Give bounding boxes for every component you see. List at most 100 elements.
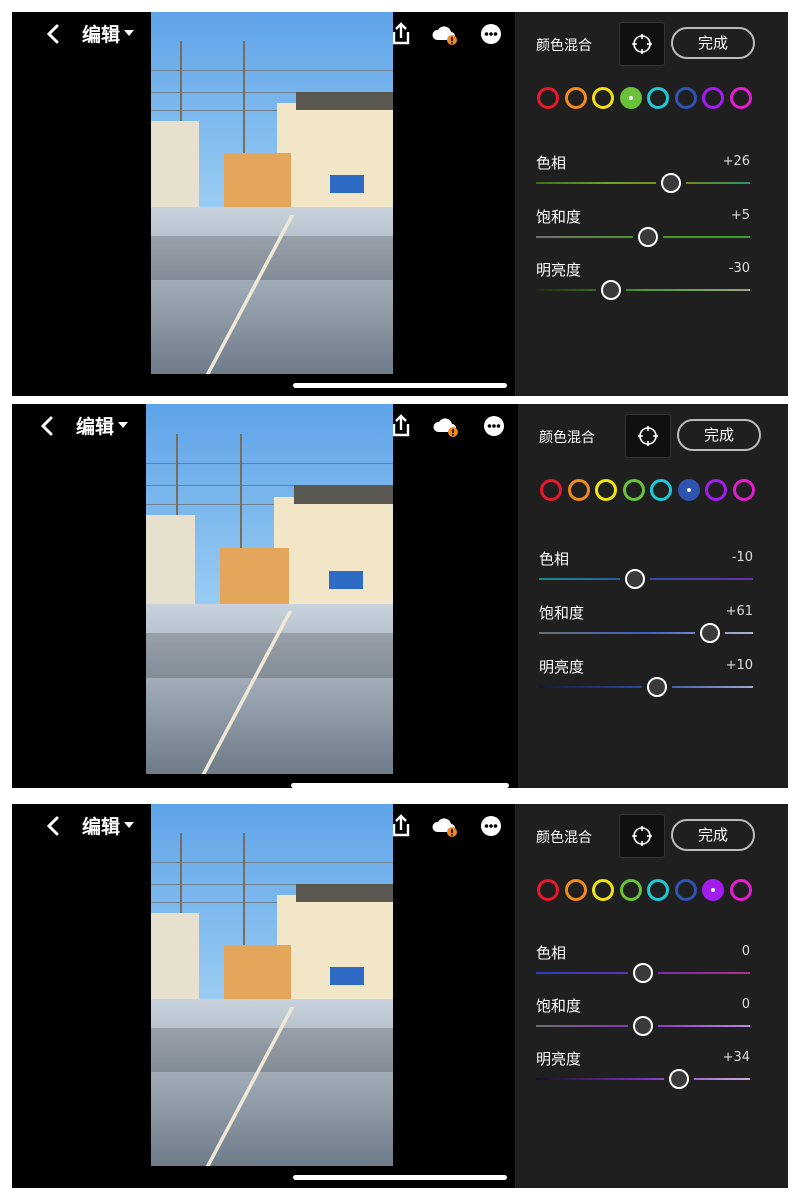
back-icon[interactable] xyxy=(36,414,60,438)
luminance-thumb[interactable] xyxy=(646,677,667,697)
target-adjust-icon xyxy=(632,34,652,54)
hue-slider[interactable]: 色相 -10 xyxy=(539,548,753,590)
cloud-warning-icon[interactable] xyxy=(433,413,459,439)
home-indicator xyxy=(291,783,509,788)
color-swatch-aqua[interactable] xyxy=(647,879,669,901)
color-mix-panel: 颜色混合 完成 色相 0 饱和度 0 明亮度 +34 xyxy=(515,804,788,1188)
hue-thumb[interactable] xyxy=(625,569,646,589)
color-swatch-green[interactable] xyxy=(619,879,642,901)
done-button[interactable]: 完成 xyxy=(671,819,755,851)
saturation-thumb[interactable] xyxy=(633,1016,653,1036)
luminance-value: -30 xyxy=(728,261,750,276)
luminance-track[interactable] xyxy=(536,289,750,291)
edit-title[interactable]: 编辑 xyxy=(76,412,114,439)
color-swatch-orange[interactable] xyxy=(564,87,587,109)
dropdown-arrow-icon[interactable] xyxy=(124,822,134,828)
hue-thumb[interactable] xyxy=(633,963,653,983)
luminance-thumb[interactable] xyxy=(600,280,621,300)
saturation-slider[interactable]: 饱和度 +5 xyxy=(536,206,750,248)
hue-value: +26 xyxy=(722,154,750,169)
color-swatch-purple[interactable] xyxy=(705,479,727,501)
luminance-track[interactable] xyxy=(536,1078,750,1080)
color-mix-title: 颜色混合 xyxy=(536,38,592,54)
dropdown-arrow-icon[interactable] xyxy=(118,422,128,428)
screen-1: 编辑 ? 颜色混合 完成 色相 +26 饱和度 +5 xyxy=(12,12,788,396)
saturation-value: 0 xyxy=(741,997,750,1012)
color-swatch-green[interactable] xyxy=(619,87,642,109)
hue-label: 色相 xyxy=(539,550,570,568)
target-adjust-button[interactable] xyxy=(619,814,665,858)
color-swatch-blue[interactable] xyxy=(677,479,700,501)
color-swatch-blue[interactable] xyxy=(674,87,697,109)
saturation-slider[interactable]: 饱和度 0 xyxy=(536,995,750,1037)
color-swatch-magenta[interactable] xyxy=(729,87,752,109)
color-swatch-yellow[interactable] xyxy=(595,479,617,501)
color-swatch-aqua[interactable] xyxy=(650,479,672,501)
target-adjust-icon xyxy=(632,826,652,846)
more-icon[interactable] xyxy=(478,813,504,839)
hue-value: -10 xyxy=(731,550,753,565)
hue-value: 0 xyxy=(741,944,750,959)
luminance-label: 明亮度 xyxy=(539,658,585,676)
back-icon[interactable] xyxy=(42,22,66,46)
cloud-warning-icon[interactable] xyxy=(432,813,458,839)
target-adjust-button[interactable] xyxy=(619,22,665,66)
edit-title[interactable]: 编辑 xyxy=(82,812,120,839)
photo-preview xyxy=(151,12,393,374)
color-mix-panel: 颜色混合 完成 色相 -10 饱和度 +61 明亮度 +10 xyxy=(518,404,788,788)
color-swatch-purple[interactable] xyxy=(702,879,724,901)
done-button[interactable]: 完成 xyxy=(677,419,761,451)
color-swatch-green[interactable] xyxy=(622,479,645,501)
saturation-label: 饱和度 xyxy=(536,997,582,1015)
more-icon[interactable] xyxy=(478,21,504,47)
color-swatch-magenta[interactable] xyxy=(732,479,755,501)
color-swatch-red[interactable] xyxy=(537,879,559,901)
luminance-slider[interactable]: 明亮度 +34 xyxy=(536,1048,750,1090)
color-swatch-yellow[interactable] xyxy=(592,87,614,109)
luminance-value: +10 xyxy=(725,658,753,673)
target-adjust-button[interactable] xyxy=(625,414,671,458)
saturation-label: 饱和度 xyxy=(536,208,582,226)
home-indicator xyxy=(293,1175,507,1180)
screen-3: 编辑 ? 颜色混合 完成 色相 0 饱和度 0 xyxy=(12,804,788,1188)
luminance-slider[interactable]: 明亮度 -30 xyxy=(536,259,750,301)
done-button[interactable]: 完成 xyxy=(671,27,755,59)
saturation-value: +5 xyxy=(730,208,750,223)
dropdown-arrow-icon[interactable] xyxy=(124,30,134,36)
cloud-warning-icon[interactable] xyxy=(432,21,458,47)
back-icon[interactable] xyxy=(42,814,66,838)
photo-preview xyxy=(146,404,393,774)
luminance-label: 明亮度 xyxy=(536,261,582,279)
color-swatch-purple[interactable] xyxy=(702,87,724,109)
hue-track[interactable] xyxy=(536,182,750,184)
photo-preview xyxy=(151,804,393,1166)
color-swatch-orange[interactable] xyxy=(567,479,590,501)
luminance-thumb[interactable] xyxy=(669,1069,690,1089)
edit-title[interactable]: 编辑 xyxy=(82,20,120,47)
saturation-value: +61 xyxy=(725,604,753,619)
luminance-value: +34 xyxy=(722,1050,750,1065)
screen-2: 编辑 ? 颜色混合 完成 色相 -10 饱和度 +61 xyxy=(12,404,788,788)
color-swatch-aqua[interactable] xyxy=(647,87,669,109)
color-swatch-red[interactable] xyxy=(540,479,562,501)
color-mix-title: 颜色混合 xyxy=(539,430,595,446)
saturation-thumb[interactable] xyxy=(638,227,659,247)
hue-slider[interactable]: 色相 +26 xyxy=(536,152,750,194)
saturation-thumb[interactable] xyxy=(700,623,721,643)
saturation-slider[interactable]: 饱和度 +61 xyxy=(539,602,753,644)
color-swatch-red[interactable] xyxy=(537,87,559,109)
color-mix-title: 颜色混合 xyxy=(536,830,592,846)
luminance-slider[interactable]: 明亮度 +10 xyxy=(539,656,753,698)
color-swatch-yellow[interactable] xyxy=(592,879,614,901)
color-mix-panel: 颜色混合 完成 色相 +26 饱和度 +5 明亮度 -30 xyxy=(515,12,788,396)
hue-slider[interactable]: 色相 0 xyxy=(536,942,750,984)
color-swatch-orange[interactable] xyxy=(564,879,587,901)
color-swatch-magenta[interactable] xyxy=(729,879,752,901)
hue-label: 色相 xyxy=(536,944,567,962)
hue-label: 色相 xyxy=(536,154,567,172)
more-icon[interactable] xyxy=(481,413,507,439)
color-swatch-blue[interactable] xyxy=(674,879,697,901)
target-adjust-icon xyxy=(638,426,658,446)
saturation-label: 饱和度 xyxy=(539,604,585,622)
hue-thumb[interactable] xyxy=(660,173,681,193)
